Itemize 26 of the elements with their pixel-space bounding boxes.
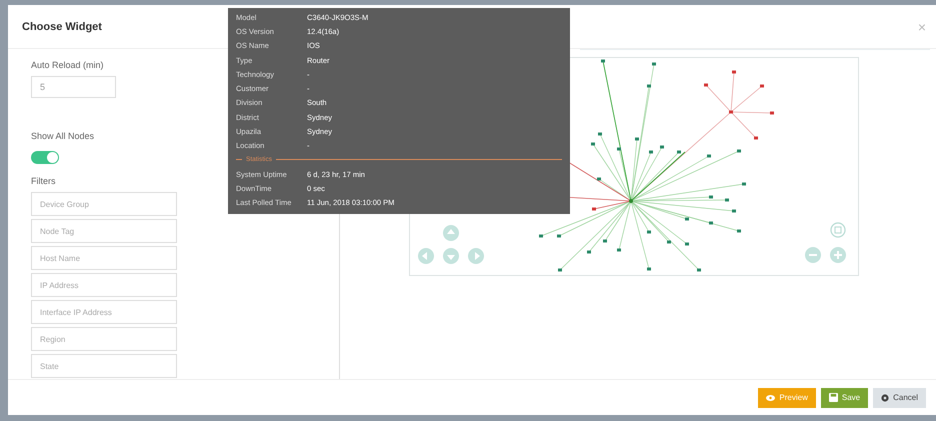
pan-down-button[interactable]	[443, 248, 459, 264]
pan-right-button[interactable]	[468, 248, 484, 264]
filter-field[interactable]: Device Group	[31, 192, 177, 216]
pan-up-button[interactable]	[443, 225, 459, 241]
cancel-button[interactable]: Cancel	[873, 388, 926, 408]
dialog-title: Choose Widget	[22, 20, 102, 32]
pan-left-button[interactable]	[418, 248, 434, 264]
toggle-label: Show All Nodes	[31, 131, 94, 141]
zoom-in-button[interactable]	[830, 247, 846, 263]
gear-icon	[881, 394, 890, 402]
close-button[interactable]: ×	[918, 18, 926, 34]
zoom-out-button[interactable]	[805, 247, 821, 263]
field-label: Auto Reload (min)	[31, 60, 104, 70]
fit-view-button[interactable]	[830, 222, 846, 238]
eye-icon	[766, 394, 776, 400]
input-field[interactable]: 5	[31, 76, 116, 98]
section-label: Filters	[31, 176, 56, 186]
filter-field[interactable]: Node Tag	[31, 219, 177, 243]
preview-button[interactable]: Preview	[758, 388, 816, 408]
filter-field[interactable]: IP Address	[31, 273, 177, 297]
filter-field[interactable]: Region	[31, 327, 177, 351]
toggle-switch[interactable]	[31, 151, 59, 164]
filter-field[interactable]: Interface IP Address	[31, 300, 177, 324]
filter-field[interactable]: Host Name	[31, 246, 177, 270]
save-button[interactable]: Save	[820, 388, 868, 408]
filter-field[interactable]: State	[31, 354, 177, 378]
